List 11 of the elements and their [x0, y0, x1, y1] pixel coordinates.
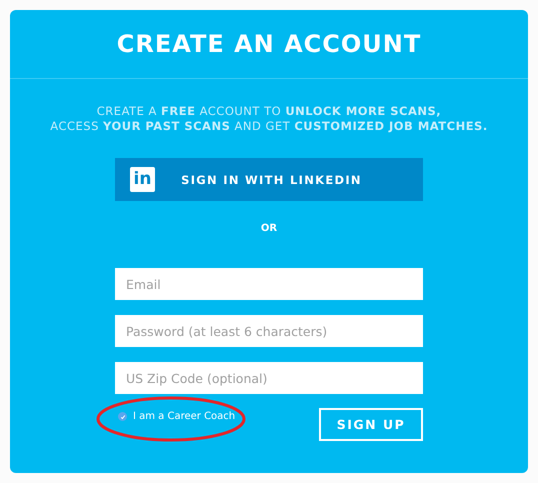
input-field[interactable]: US Zip Code (optional) — [115, 362, 423, 394]
intro-text: CREATE A FREE ACCOUNT TO UNLOCK MORE SCANS, ACCESS YOUR PAST SCANS AND GET CUSTOMIZED JOB MATCHES. — [50, 104, 488, 134]
checkbox[interactable] — [118, 412, 127, 421]
linkedin-logo-icon: in — [130, 167, 155, 192]
checkbox-label: I am a Career Coach — [133, 411, 236, 422]
linkedin-button[interactable]: in SIGN IN WITH LINKEDIN — [115, 158, 423, 201]
sign-up-button[interactable]: SIGN UP — [319, 408, 423, 441]
or-separator: OR — [260, 223, 278, 234]
input-field[interactable]: Password (at least 6 characters) — [115, 315, 423, 347]
input-field[interactable]: Email — [115, 268, 423, 300]
page-title: CREATE AN ACCOUNT — [116, 30, 422, 58]
